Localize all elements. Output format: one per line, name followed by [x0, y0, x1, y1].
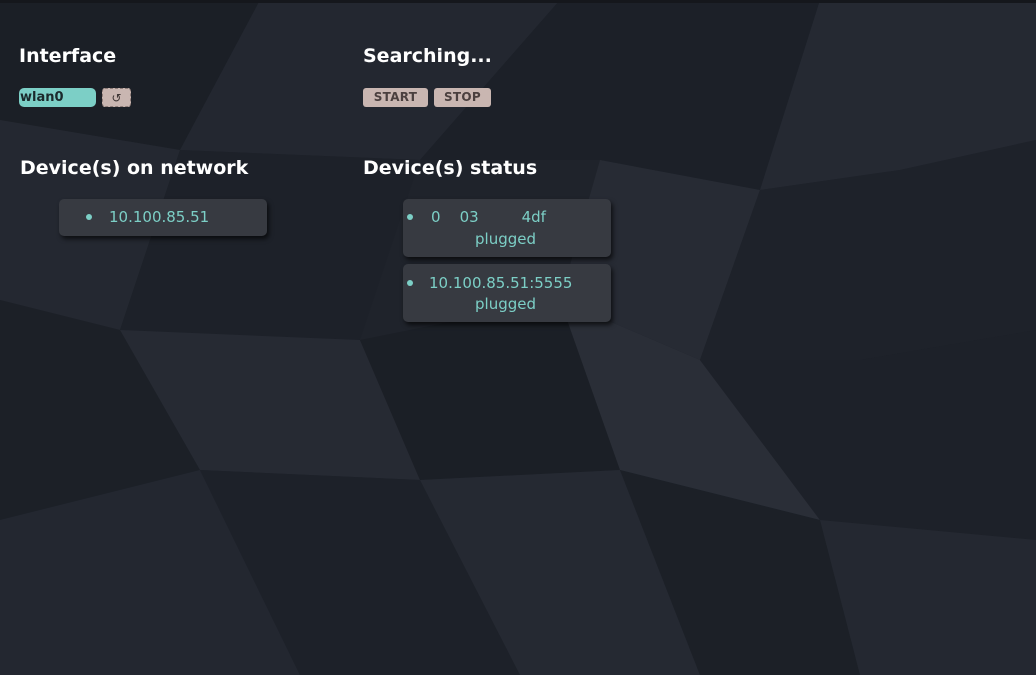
- interface-heading: Interface: [19, 45, 117, 67]
- device-status-card[interactable]: 0 03 4df plugged: [403, 199, 611, 257]
- interface-select[interactable]: wlan0: [19, 88, 96, 107]
- top-border: [0, 0, 1036, 3]
- device-status-card[interactable]: 10.100.85.51:5555 plugged: [403, 264, 611, 322]
- network-device-address: 10.100.85.51: [109, 208, 210, 226]
- background-pattern: [0, 0, 1036, 675]
- stop-button[interactable]: STOP: [434, 88, 491, 107]
- list-bullet: [86, 214, 92, 220]
- device-state: plugged: [475, 295, 536, 313]
- refresh-button[interactable]: ↺: [102, 88, 131, 107]
- device-status-heading: Device(s) status: [363, 157, 538, 179]
- network-devices-heading: Device(s) on network: [20, 157, 249, 179]
- device-id: 10.100.85.51:5555: [429, 274, 573, 292]
- network-device-card[interactable]: 10.100.85.51: [59, 199, 267, 236]
- interface-controls: wlan0 ↺: [19, 88, 131, 107]
- start-button[interactable]: START: [363, 88, 428, 107]
- refresh-icon: ↺: [111, 90, 122, 105]
- list-bullet: [407, 280, 413, 286]
- list-bullet: [407, 214, 413, 220]
- device-state: plugged: [475, 230, 536, 248]
- device-id: 0 03 4df: [431, 208, 546, 226]
- search-controls: START STOP: [363, 88, 491, 107]
- search-status-heading: Searching...: [363, 45, 492, 67]
